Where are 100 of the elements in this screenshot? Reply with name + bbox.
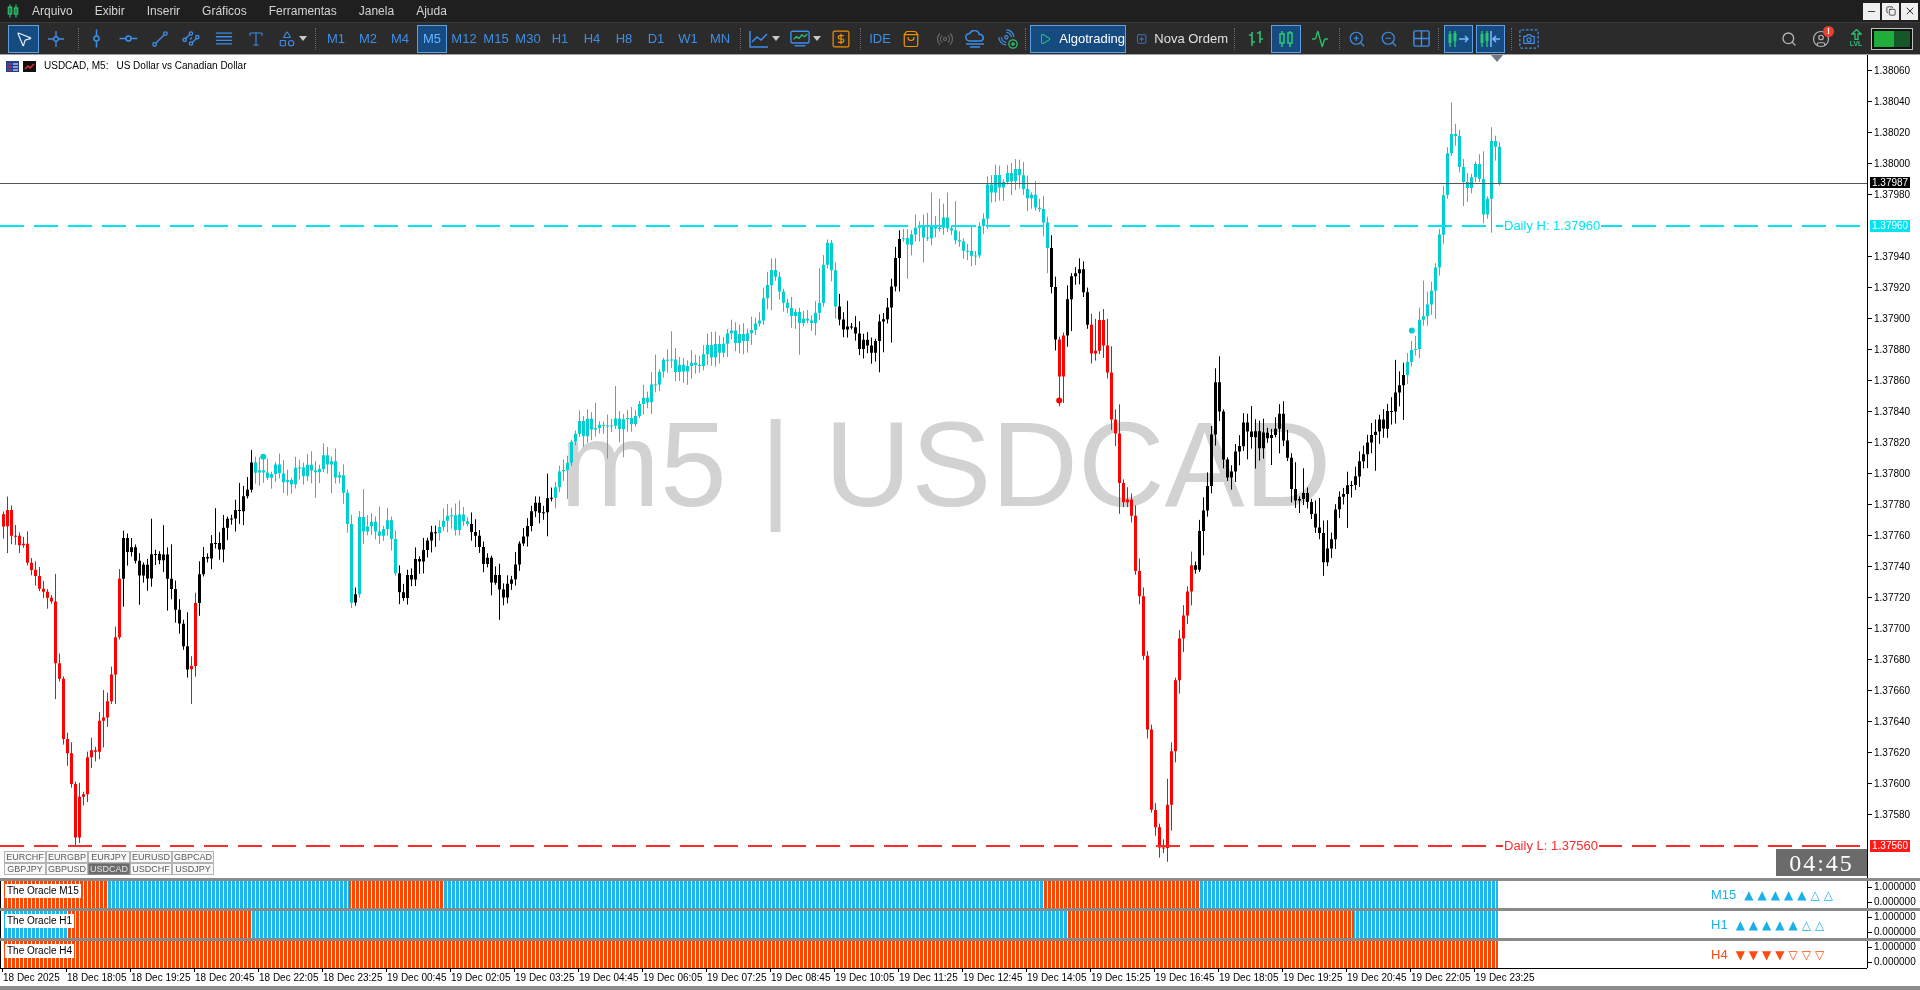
price-label: 1.37640 [1874,715,1911,728]
price-level-label: 1.37560 [1870,839,1911,852]
timeframe-button[interactable]: M12 [449,24,479,53]
menu-item[interactable]: Ferramentas [262,1,343,21]
caret-icon [298,36,307,41]
price-label: 1.37760 [1874,529,1911,542]
timeframe-button[interactable]: W1 [673,24,703,53]
countdown-timer: 04:45 [1776,849,1867,876]
play-icon [1039,31,1052,46]
line-chart-icon [748,29,769,48]
menu-item[interactable]: Gráficos [196,1,253,21]
chart-description: US Dollar vs Canadian Dollar [116,60,247,72]
radar-plus-icon [998,28,1018,49]
menu-item[interactable]: Arquivo [26,1,79,21]
price-label: 1.37840 [1874,405,1911,418]
price-label: 1.37580 [1874,808,1911,821]
menu-item[interactable]: Ajuda [410,1,453,21]
symbol-button[interactable]: GBPUSD [46,863,88,875]
algotrading-button[interactable]: Algotrading [1030,24,1126,53]
time-label: 19 Dec 19:25 [1282,972,1344,984]
price-label: 1.37680 [1874,653,1911,666]
price-label: 1.37780 [1874,498,1911,511]
time-label: 18 Dec 22:05 [258,972,320,984]
dollar-icon [832,29,850,48]
time-label: 19 Dec 07:25 [706,972,768,984]
notification-badge: ! [1823,25,1834,37]
price-label: 1.37620 [1874,746,1911,759]
channel-lines-icon [182,31,200,46]
indicator-chart-icon [789,30,810,47]
timeframe-button[interactable]: D1 [641,24,671,53]
time-label: 18 Dec 23:25 [322,972,384,984]
menu-item[interactable]: Inserir [140,1,187,21]
menu-item[interactable]: Janela [352,1,401,21]
ide-button[interactable]: IDE [867,24,893,53]
camera-icon [1519,28,1539,49]
price-label: 1.37940 [1874,250,1911,263]
price-label: 1.37800 [1874,467,1911,480]
timeframe-button[interactable]: M15 [481,24,511,53]
timeframe-button[interactable]: H1 [545,24,575,53]
price-label: 1.38000 [1874,157,1911,170]
line-chart-icon [1311,29,1329,48]
caret-icon [771,36,780,41]
scale-label: 1.000000 [1874,911,1916,923]
signal-timeframe: M15 [1711,886,1737,903]
time-label: 19 Dec 00:45 [386,972,448,984]
account-button[interactable]: ! [1807,24,1835,53]
menu-item[interactable]: Exibir [88,1,131,21]
timeframe-button[interactable]: M30 [513,24,543,53]
price-label: 1.37600 [1874,777,1911,790]
zoom-in-icon [1348,29,1366,48]
scale-label: 0.000000 [1874,926,1916,938]
symbol-button[interactable]: USDCAD [88,863,130,875]
symbol-button[interactable]: GBPJPY [4,863,46,875]
candlestick-button[interactable] [1271,24,1301,53]
time-label: 19 Dec 03:25 [514,972,576,984]
time-label: 19 Dec 08:45 [770,972,832,984]
app-logo-icon [7,4,19,18]
timeframe-button[interactable]: MN [705,24,735,53]
shopping-bag-icon [902,29,920,48]
restore-icon [1885,6,1896,16]
timeframe-button[interactable]: M5 [417,24,447,53]
symbol-button[interactable]: USDCHF [130,863,172,875]
time-label: 19 Dec 02:05 [450,972,512,984]
search-icon [1781,30,1797,47]
candles-arrow-left-icon [1480,30,1501,47]
chart-shift-button[interactable] [1476,24,1505,53]
time-label: 19 Dec 11:25 [898,972,959,984]
vertical-line-icon [92,29,100,48]
price-label: 1.37820 [1874,436,1911,449]
table-icon [6,60,19,72]
timeframe-button[interactable]: H8 [609,24,639,53]
timeframe-button[interactable]: M1 [321,24,351,53]
price-label: 1.37860 [1874,374,1911,387]
indicator-label: The Oracle M15 [5,884,81,898]
restore-button[interactable] [1882,2,1899,20]
cloud-icon [965,29,985,48]
price-label: 1.37700 [1874,622,1911,635]
close-button[interactable] [1901,2,1918,20]
indicator-label: The Oracle H4 [5,944,75,958]
connection-status-icon [1871,27,1913,50]
time-label: 19 Dec 22:05 [1410,972,1472,984]
timeframe-button[interactable]: M2 [353,24,383,53]
arrow-up-icon [1850,29,1862,40]
minimize-button[interactable] [1863,2,1880,20]
time-label: 19 Dec 23:25 [1474,972,1536,984]
timeframe-button[interactable]: H4 [577,24,607,53]
price-label: 1.37880 [1874,343,1911,356]
level-lines-icon [215,32,233,45]
signal-timeframe: H1 [1711,916,1728,933]
price-label: 1.37720 [1874,591,1911,604]
scale-label: 0.000000 [1874,896,1916,908]
time-label: 19 Dec 16:45 [1154,972,1216,984]
signal-arrows: ▲▲▲▲▲△△ [1735,916,1829,933]
cursor-button[interactable] [8,24,39,53]
autoscroll-button[interactable] [1444,24,1473,53]
new-order-button[interactable]: Nova Ordem [1132,24,1228,53]
price-label: 1.37980 [1874,188,1911,201]
symbol-button[interactable]: USDJPY [172,863,214,875]
time-label: 19 Dec 12:45 [962,972,1024,984]
timeframe-button[interactable]: M4 [385,24,415,53]
